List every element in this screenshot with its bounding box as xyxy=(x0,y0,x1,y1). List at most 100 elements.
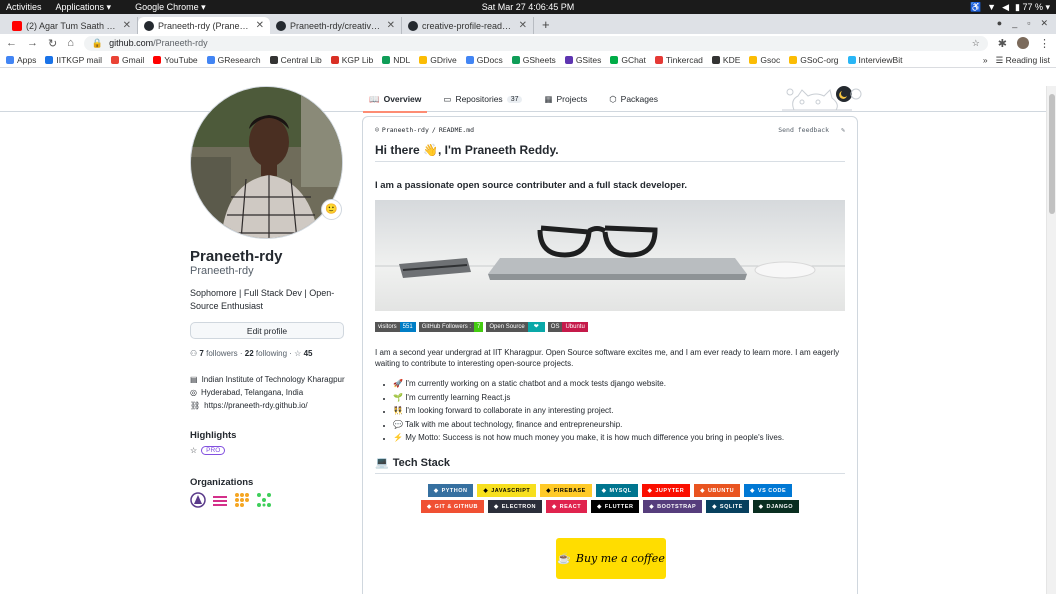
tech-badge-ubuntu[interactable]: ◆ UBUNTU xyxy=(694,484,741,497)
followers-link[interactable]: 7 followers xyxy=(199,349,237,358)
reading-list-button[interactable]: ☰ Reading list xyxy=(996,55,1050,66)
clock[interactable]: Sat Mar 27 4:06:45 PM xyxy=(482,2,575,12)
bookmark-gsoc[interactable]: Gsoc xyxy=(749,55,780,65)
bookmark-gdrive[interactable]: GDrive xyxy=(419,55,457,65)
visitors-badge[interactable]: visitors 551 xyxy=(375,322,416,332)
bookmark-icon xyxy=(564,55,573,64)
bookmark-central-lib[interactable]: Central Lib xyxy=(269,55,322,65)
bookmark-gchat[interactable]: GChat xyxy=(610,55,646,65)
bookmark-icon xyxy=(269,55,278,64)
bookmark-iitkgp-mail[interactable]: IITKGP mail xyxy=(45,55,102,65)
profile-avatar-icon[interactable] xyxy=(1017,37,1029,49)
bookmark-gsheets[interactable]: GSheets xyxy=(511,55,556,65)
bookmark-tinkercad[interactable]: Tinkercad xyxy=(654,55,703,65)
following-link[interactable]: 22 following xyxy=(245,349,287,358)
send-feedback-link[interactable]: Send feedback xyxy=(778,126,829,134)
followers-badge[interactable]: GitHub Followers :7 xyxy=(418,322,484,332)
avatar[interactable] xyxy=(190,86,343,239)
page-scrollbar[interactable] xyxy=(1046,86,1056,594)
profile-name: Praneeth-rdy xyxy=(190,248,283,265)
close-tab-icon[interactable]: ✕ xyxy=(519,20,527,31)
readme-heading: Hi there 👋, I'm Praneeth Reddy. xyxy=(375,143,845,162)
browser-tab-profile[interactable]: Praneeth-rdy (Praneeth-r ✕ xyxy=(138,17,270,34)
readme-file-link[interactable]: README.md xyxy=(439,126,474,134)
minimize-icon[interactable]: _ xyxy=(1012,18,1017,29)
bookmark-star-icon[interactable]: ☆ xyxy=(972,38,980,49)
bookmark-gsites[interactable]: GSites xyxy=(564,55,601,65)
tab-packages[interactable]: ⬡ Packages xyxy=(609,86,658,112)
browser-tab-repo[interactable]: Praneeth-rdy/creative-pro ✕ xyxy=(270,17,402,34)
location-icon: ◎ xyxy=(190,388,197,397)
extensions-icon[interactable]: ✱ xyxy=(998,37,1007,50)
browser-tab-readme[interactable]: creative-profile-readme/c ✕ xyxy=(402,17,534,34)
close-tab-icon[interactable]: ✕ xyxy=(256,20,264,31)
close-tab-icon[interactable]: ✕ xyxy=(387,20,395,31)
new-tab-button[interactable]: + xyxy=(534,17,558,32)
tab-overview[interactable]: 📖 Overview xyxy=(362,86,428,113)
tech-badge-mysql[interactable]: ◆ MYSQL xyxy=(595,484,638,497)
tech-badge-flutter[interactable]: ◆ FLUTTER xyxy=(591,500,640,513)
more-bookmarks-icon[interactable]: » xyxy=(983,55,988,66)
os-badge[interactable]: OS Ubuntu xyxy=(547,322,588,332)
bookmark-ndl[interactable]: NDL xyxy=(382,55,410,65)
close-tab-icon[interactable]: ✕ xyxy=(123,20,131,31)
tech-badge-electron[interactable]: ◆ ELECTRON xyxy=(487,500,542,513)
edit-profile-button[interactable]: Edit profile xyxy=(190,322,344,339)
bookmark-gmail[interactable]: Gmail xyxy=(111,55,144,65)
bookmark-icon xyxy=(206,55,215,64)
back-icon[interactable]: ← xyxy=(6,37,17,49)
forward-icon[interactable]: → xyxy=(27,37,38,49)
org-iitkgp-icon[interactable] xyxy=(190,492,206,508)
profile-website-link[interactable]: https://praneeth-rdy.github.io/ xyxy=(204,399,307,412)
bookmark-kgp-lib[interactable]: KGP Lib xyxy=(330,55,373,65)
tab-repositories[interactable]: ▭ Repositories 37 xyxy=(443,86,523,112)
tech-badge-git-github[interactable]: ◆ GIT & GITHUB xyxy=(420,500,484,513)
tech-badge-python[interactable]: ◆ PYTHON xyxy=(427,484,474,497)
volume-icon[interactable]: ◀ xyxy=(1002,2,1009,13)
scrollbar-thumb[interactable] xyxy=(1049,94,1055,214)
address-bar[interactable]: 🔒 github.com/Praneeth-rdy ☆ xyxy=(83,35,988,51)
pencil-icon[interactable]: ✎ xyxy=(841,126,845,134)
bookmark-interviewbit[interactable]: InterviewBit xyxy=(847,55,902,65)
organizations-title: Organizations xyxy=(190,477,254,488)
bookmark-gsoc-org[interactable]: GSoC-org xyxy=(789,55,839,65)
bookmark-gresearch[interactable]: GResearch xyxy=(206,55,261,65)
buy-me-a-coffee-button[interactable]: ☕ Buy me a coffee xyxy=(556,538,666,579)
tech-badge-javascript[interactable]: ◆ JAVASCRIPT xyxy=(477,484,537,497)
menu-icon[interactable]: ⋮ xyxy=(1039,37,1050,50)
wifi-icon[interactable]: ▼ xyxy=(987,2,996,13)
bookmark-icon xyxy=(654,55,663,64)
smiley-icon: ☺ xyxy=(375,126,379,134)
list-item: 👯 I'm looking forward to collaborate in … xyxy=(393,404,845,418)
tech-badge-react[interactable]: ◆ REACT xyxy=(545,500,588,513)
org-dots-green-icon[interactable] xyxy=(256,492,272,508)
bookmark-kde[interactable]: KDE xyxy=(711,55,740,65)
maximize-icon[interactable]: ▫ xyxy=(1027,18,1030,29)
close-window-icon[interactable]: ✕ xyxy=(1040,18,1048,29)
reload-icon[interactable]: ↻ xyxy=(48,37,57,50)
tab-search-icon[interactable]: ● xyxy=(997,18,1002,29)
bookmark-gdocs[interactable]: GDocs xyxy=(465,55,503,65)
bookmark-icon xyxy=(711,55,720,64)
tech-badge-bootstrap[interactable]: ◆ BOOTSTRAP xyxy=(643,500,703,513)
bookmark-youtube[interactable]: YouTube xyxy=(153,55,198,65)
bookmark-apps[interactable]: Apps xyxy=(6,55,36,65)
tech-badge-jupyter[interactable]: ◆ JUPYTER xyxy=(641,484,691,497)
tech-badge-firebase[interactable]: ◆ FIREBASE xyxy=(540,484,592,497)
open-source-badge[interactable]: Open Source ❤ xyxy=(486,322,545,332)
profile-login: Praneeth-rdy xyxy=(190,265,254,277)
org-dots-orange-icon[interactable] xyxy=(234,492,250,508)
browser-tab-youtube[interactable]: (2) Agar Tum Saath Ho FU✕ xyxy=(6,17,138,34)
tab-projects[interactable]: ▦ Projects xyxy=(544,86,587,112)
tech-badge-vs-code[interactable]: ◆ VS CODE xyxy=(744,484,793,497)
status-emoji-icon[interactable]: 🙂 xyxy=(321,199,342,220)
org-stripes-icon[interactable] xyxy=(212,492,228,508)
readme-user-link[interactable]: Praneeth-rdy xyxy=(382,126,429,134)
battery-indicator[interactable]: ▮ 77 % ▾ xyxy=(1015,2,1050,13)
pro-badge[interactable]: PRO xyxy=(201,446,226,455)
accessibility-icon[interactable]: ♿ xyxy=(970,2,981,13)
tech-badge-django[interactable]: ◆ DJANGO xyxy=(752,500,800,513)
stars-link[interactable]: ☆ 45 xyxy=(294,349,312,358)
tech-badge-sqlite[interactable]: ◆ SQLITE xyxy=(706,500,749,513)
home-icon[interactable]: ⌂ xyxy=(67,37,74,49)
